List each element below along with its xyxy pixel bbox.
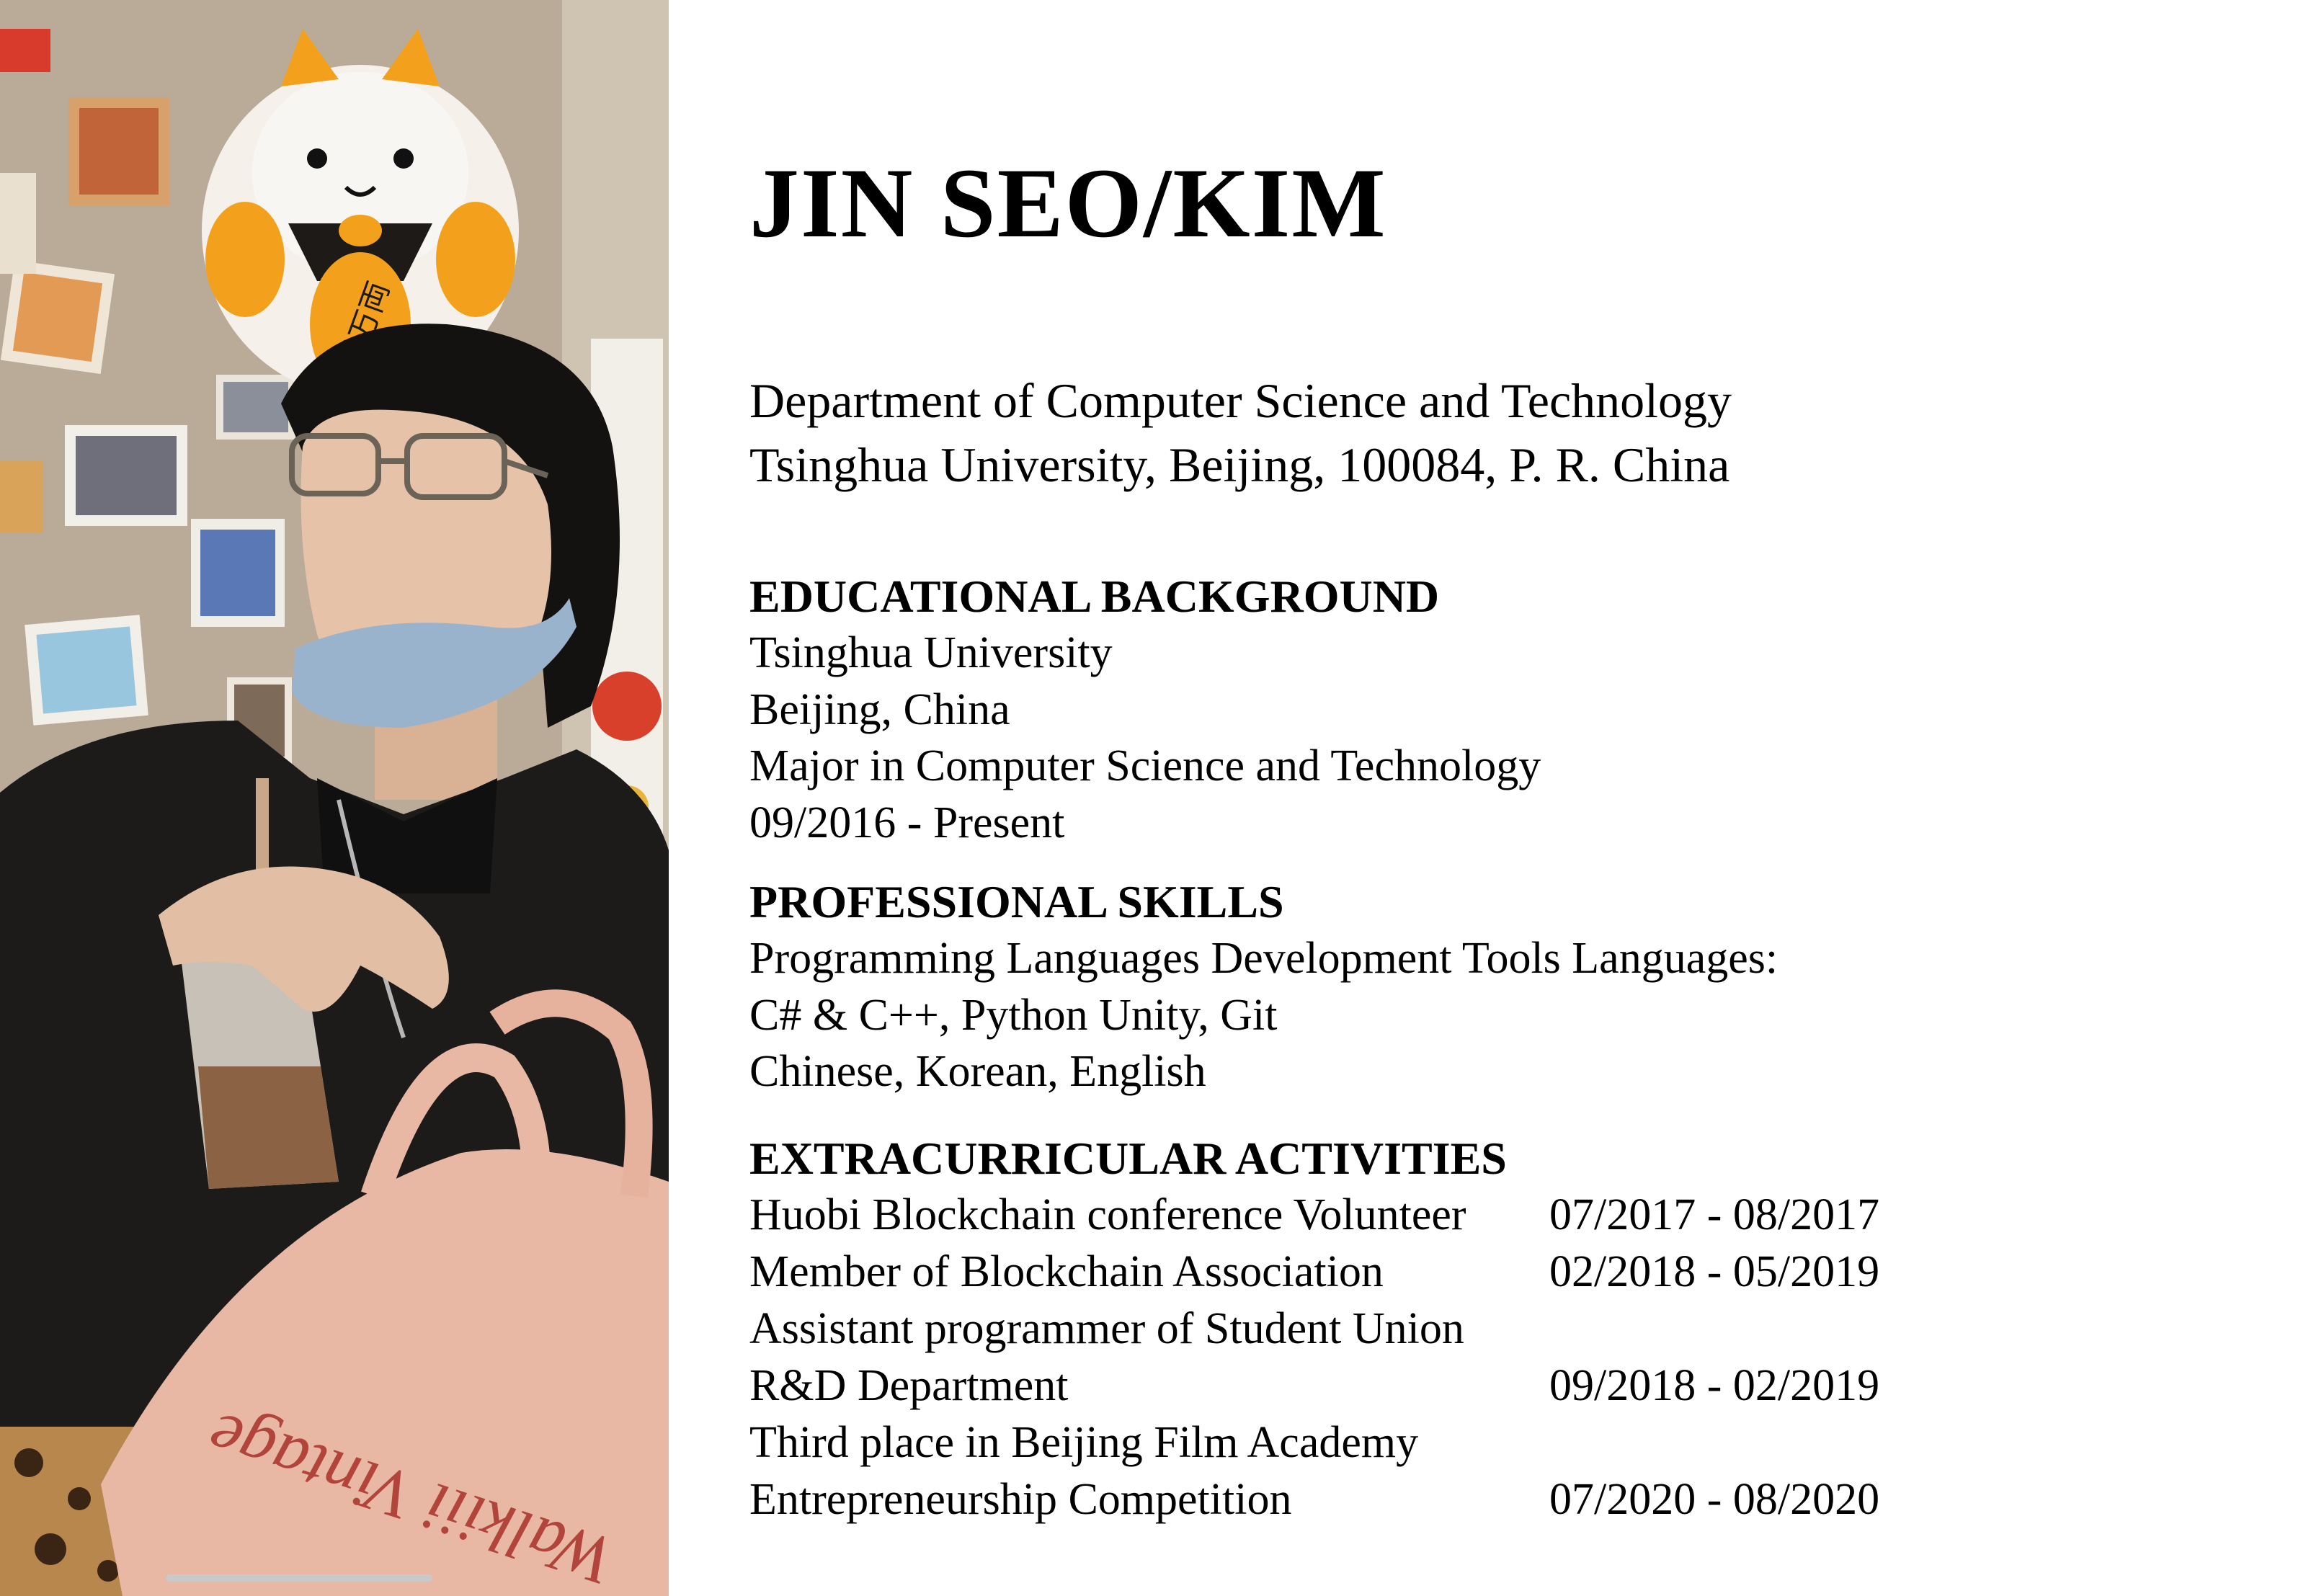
education-line: Beijing, China <box>749 685 1010 734</box>
section-heading-skills: PROFESSIONAL SKILLS <box>749 876 1284 927</box>
activity-name: Assistant programmer of Student Union <box>749 1304 1464 1353</box>
activity-name: Member of Blockchain Association <box>749 1247 1384 1296</box>
activity-row: Assistant programmer of Student Union <box>749 1301 1879 1358</box>
activity-row: Third place in Beijing Film Academy <box>749 1414 1879 1471</box>
activity-date: 02/2018 - 05/2019 <box>1549 1247 1880 1296</box>
activity-row: R&D Department 09/2018 - 02/2019 <box>749 1358 1879 1414</box>
address-line: Tsinghua University, Beijing, 100084, P.… <box>749 437 1730 492</box>
skills-line: Chinese, Korean, English <box>749 1047 1206 1096</box>
skills-line: Programming Languages Development Tools … <box>749 934 1779 983</box>
activity-row: Huobi Blockchain conference Volunteer 07… <box>749 1187 1879 1244</box>
activity-name: R&D Department <box>749 1361 1069 1410</box>
activity-row: Member of Blockchain Association 02/2018… <box>749 1244 1879 1301</box>
profile-photo: 千万両 Walkiii Vintage <box>0 0 669 1596</box>
activity-date: 09/2018 - 02/2019 <box>1549 1361 1880 1410</box>
section-heading-activities: EXTRACURRICULAR ACTIVITIES <box>749 1133 1507 1184</box>
skills-section: PROFESSIONAL SKILLS Programming Language… <box>749 873 1778 1100</box>
education-section: EDUCATIONAL BACKGROUND Tsinghua Universi… <box>749 568 1541 851</box>
activity-name: Huobi Blockchain conference Volunteer <box>749 1190 1466 1239</box>
activity-name: Entrepreneurship Competition <box>749 1475 1292 1524</box>
activity-date: 07/2017 - 08/2017 <box>1549 1190 1880 1239</box>
activity-date: 07/2020 - 08/2020 <box>1549 1475 1880 1524</box>
address-line: Department of Computer Science and Techn… <box>749 373 1732 428</box>
activities-section: EXTRACURRICULAR ACTIVITIES Huobi Blockch… <box>749 1130 1879 1528</box>
section-heading-education: EDUCATIONAL BACKGROUND <box>749 571 1440 622</box>
address-block: Department of Computer Science and Techn… <box>749 369 1732 497</box>
education-line: Tsinghua University <box>749 628 1113 677</box>
education-line: Major in Computer Science and Technology <box>749 741 1541 790</box>
education-line: 09/2016 - Present <box>749 798 1065 847</box>
resume-name: JIN SEO/KIM <box>749 148 1387 258</box>
skills-line: C# & C++, Python Unity, Git <box>749 990 1278 1040</box>
activity-name: Third place in Beijing Film Academy <box>749 1418 1419 1467</box>
home-indicator <box>166 1574 432 1582</box>
activity-row: Entrepreneurship Competition 07/2020 - 0… <box>749 1471 1879 1528</box>
